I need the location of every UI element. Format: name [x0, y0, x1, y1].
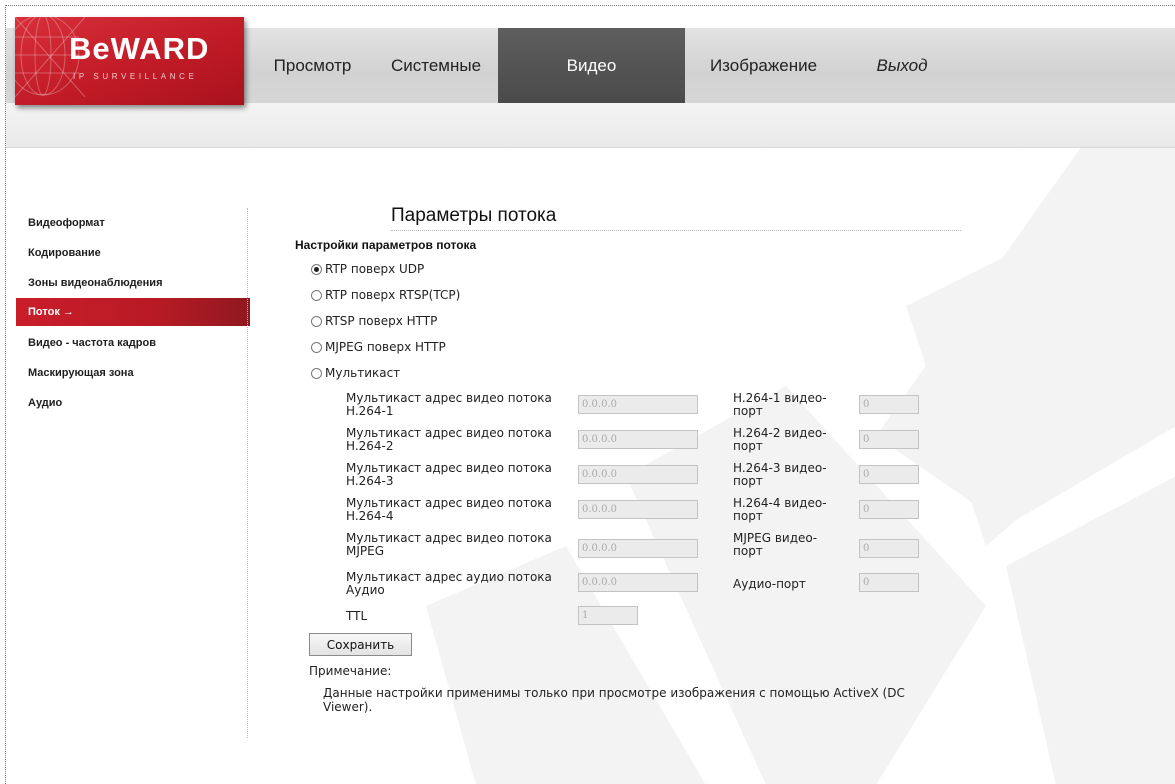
radio-label: RTSP поверх HTTP	[325, 314, 438, 328]
multicast-address-audio-input[interactable]	[578, 573, 698, 592]
nav-system[interactable]: Системные	[374, 28, 498, 103]
ttl-input[interactable]	[578, 606, 638, 625]
beward-logo[interactable]: BeWARD IP SURVEILLANCE	[15, 17, 244, 105]
multicast-port-h264-1-input[interactable]	[859, 395, 919, 414]
radio-label: RTP поверх RTSP(TCP)	[325, 288, 461, 302]
sidebar-item-encoding[interactable]: Кодирование	[16, 238, 246, 268]
section-title: Настройки параметров потока	[295, 238, 477, 252]
ttl-label: TTL	[346, 609, 368, 623]
multicast-port-h264-2-input[interactable]	[859, 430, 919, 449]
multicast-port-audio-input[interactable]	[859, 573, 919, 592]
nav-view[interactable]: Просмотр	[251, 28, 374, 103]
multicast-address-label: Мультикаст адрес аудио потока Аудио	[346, 570, 552, 597]
logo-tagline: IP SURVEILLANCE	[73, 72, 198, 81]
save-button[interactable]: Сохранить	[309, 633, 412, 656]
note-text: Данные настройки применимы только при пр…	[323, 686, 905, 714]
radio-button[interactable]	[311, 315, 322, 327]
sidebar: Видеоформат Кодирование Зоны видеонаблюд…	[16, 208, 250, 418]
radio-button-selected[interactable]	[311, 263, 322, 275]
nav-exit[interactable]: Выход	[842, 28, 962, 103]
page-title: Параметры потока	[391, 205, 557, 226]
sidebar-item-stream[interactable]: Поток →	[16, 298, 250, 326]
nav-video[interactable]: Видео	[498, 28, 685, 103]
multicast-port-label: Аудио-порт	[733, 577, 806, 591]
multicast-address-label: Мультикаст адрес видео потока MJPEG	[346, 531, 552, 558]
radio-button[interactable]	[311, 341, 322, 353]
radio-label: RTP поверх UDP	[325, 262, 425, 276]
multicast-address-label: Мультикаст адрес видео потока H.264-4	[346, 496, 552, 523]
sidebar-item-surveillance-zones[interactable]: Зоны видеонаблюдения	[16, 268, 246, 298]
radio-multicast[interactable]: Мультикаст	[311, 366, 400, 380]
subheader-bar	[6, 103, 1175, 148]
multicast-port-label: H.264-3 видео-порт	[733, 461, 827, 488]
sidebar-item-mask-zone[interactable]: Маскирующая зона	[16, 358, 246, 388]
sidebar-item-audio[interactable]: Аудио	[16, 388, 246, 418]
multicast-port-label: H.264-2 видео-порт	[733, 426, 827, 453]
sidebar-item-framerate[interactable]: Видео - частота кадров	[16, 328, 246, 358]
title-divider	[391, 230, 961, 231]
page-frame: BeWARD IP SURVEILLANCE Просмотр Системны…	[5, 5, 1175, 784]
multicast-port-h264-4-input[interactable]	[859, 500, 919, 519]
radio-label: MJPEG поверх HTTP	[325, 340, 446, 354]
radio-rtp-udp[interactable]: RTP поверх UDP	[311, 262, 424, 276]
radio-label: Мультикаст	[325, 366, 401, 380]
multicast-address-h264-2-input[interactable]	[578, 430, 698, 449]
note-title: Примечание:	[309, 664, 392, 678]
multicast-port-label: H.264-1 видео-порт	[733, 391, 827, 418]
multicast-port-mjpeg-input[interactable]	[859, 539, 919, 558]
multicast-address-label: Мультикаст адрес видео потока H.264-1	[346, 391, 552, 418]
multicast-address-label: Мультикаст адрес видео потока H.264-3	[346, 461, 552, 488]
radio-rtsp-http[interactable]: RTSP поверх HTTP	[311, 314, 437, 328]
multicast-address-h264-3-input[interactable]	[578, 465, 698, 484]
multicast-port-label: MJPEG видео-порт	[733, 531, 818, 558]
top-nav: Просмотр Системные Видео Изображение Вых…	[251, 28, 962, 103]
radio-button[interactable]	[311, 289, 322, 301]
multicast-address-label: Мультикаст адрес видео потока H.264-2	[346, 426, 552, 453]
sidebar-item-videoformat[interactable]: Видеоформат	[16, 208, 246, 238]
nav-image[interactable]: Изображение	[685, 28, 842, 103]
sidebar-divider	[247, 208, 248, 738]
radio-rtp-rtsp-tcp[interactable]: RTP поверх RTSP(TCP)	[311, 288, 460, 302]
radio-mjpeg-http[interactable]: MJPEG поверх HTTP	[311, 340, 446, 354]
multicast-address-h264-1-input[interactable]	[578, 395, 698, 414]
multicast-port-h264-3-input[interactable]	[859, 465, 919, 484]
radio-button[interactable]	[311, 367, 322, 379]
multicast-address-mjpeg-input[interactable]	[578, 539, 698, 558]
multicast-address-h264-4-input[interactable]	[578, 500, 698, 519]
multicast-port-label: H.264-4 видео-порт	[733, 496, 827, 523]
logo-text: BeWARD	[69, 31, 210, 66]
